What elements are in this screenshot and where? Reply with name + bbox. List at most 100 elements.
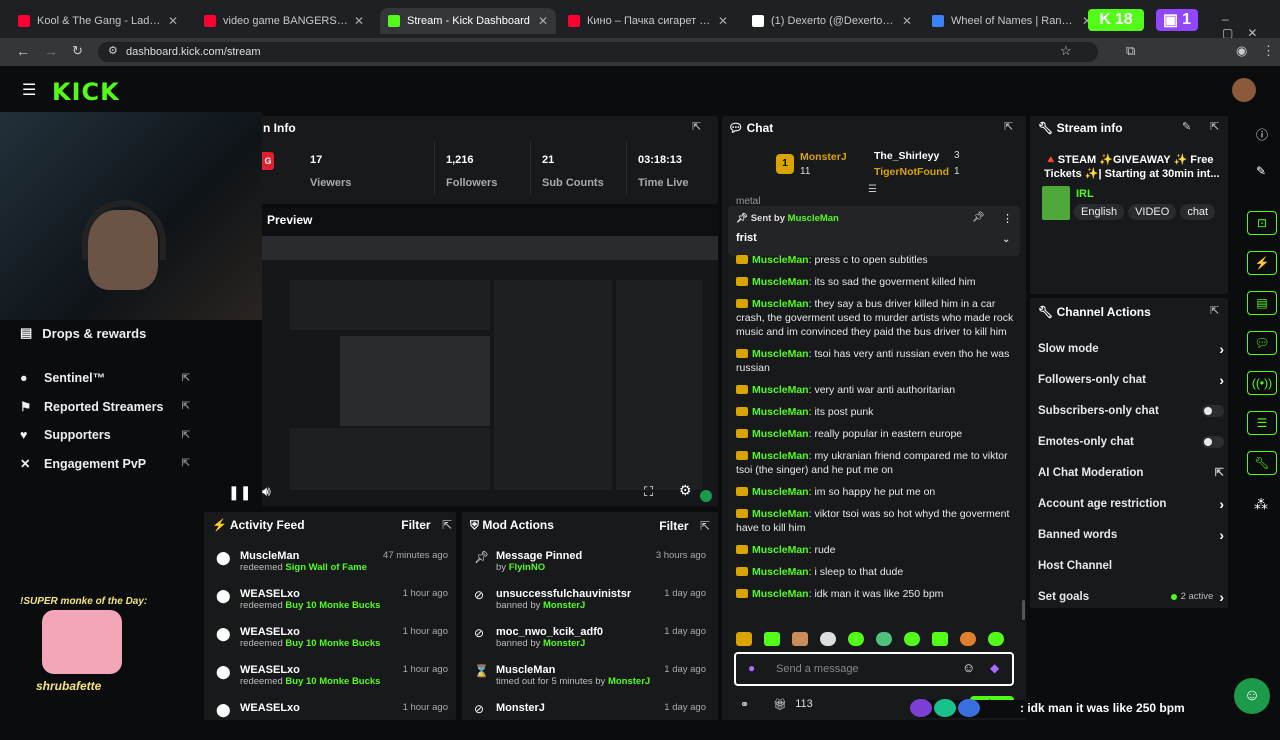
- tab-close-icon[interactable]: ✕: [162, 14, 178, 28]
- edit-icon[interactable]: ✎: [1256, 164, 1266, 178]
- mod-action-item[interactable]: ⊘ MonsterJ 1 day ago: [474, 702, 706, 732]
- emoji-icon[interactable]: ☺: [962, 660, 975, 675]
- mod-action-target[interactable]: MonsterJ: [496, 702, 545, 714]
- browser-tab[interactable]: Wheel of Names | Random nam✕: [924, 8, 1100, 34]
- chevron-right-icon[interactable]: ›: [1219, 341, 1224, 357]
- emote-icon[interactable]: [792, 632, 808, 646]
- chevron-right-icon[interactable]: ›: [1219, 372, 1224, 388]
- rail-chat-icon[interactable]: 💬︎: [1247, 331, 1277, 355]
- channel-action-host-channel[interactable]: Host Channel: [1038, 550, 1224, 581]
- mod-action-target[interactable]: moc_nwo_kcik_adf0: [496, 626, 603, 638]
- mod-action-item[interactable]: ⊘ moc_nwo_kcik_adf0 banned by MonsterJ 1 da…: [474, 626, 706, 656]
- tab-close-icon[interactable]: ✕: [348, 14, 364, 28]
- activity-item[interactable]: ⬤ MuscleMan redeemed Sign Wall of Fame 47 m…: [216, 550, 448, 580]
- chat-message[interactable]: MuscleMan: idk man it was like 250 bpm: [736, 587, 1020, 601]
- chat-username[interactable]: MuscleMan: [752, 298, 809, 310]
- volume-icon[interactable]: 🔊︎: [262, 483, 271, 500]
- channel-action-banned-words[interactable]: Banned words ›: [1038, 519, 1224, 550]
- popout-icon[interactable]: ⇱: [692, 120, 701, 133]
- chat-username[interactable]: MuscleMan: [752, 544, 809, 556]
- more-options-icon[interactable]: ⋮: [1002, 212, 1013, 225]
- unpin-icon[interactable]: 📌︎: [972, 212, 985, 223]
- site-info-icon[interactable]: ⚙: [108, 44, 118, 57]
- tab-close-icon[interactable]: ✕: [896, 14, 912, 28]
- browser-tab[interactable]: (1) Dexerto (@Dexerto) / X ✕: [744, 8, 920, 34]
- activity-item[interactable]: ⬤ WEASELxo redeemed Buy 10 Monke Bucks 1 ho…: [216, 588, 448, 618]
- drops-rewards-nav[interactable]: ▤ Drops & rewards: [20, 325, 146, 341]
- tab-close-icon[interactable]: ✕: [532, 14, 548, 28]
- external-link-icon[interactable]: ⇱: [1215, 466, 1224, 479]
- forward-button-icon[interactable]: →: [44, 43, 58, 59]
- stream-tag[interactable]: VIDEO: [1128, 204, 1177, 220]
- stream-tag[interactable]: English: [1074, 204, 1125, 220]
- sidebar-item-reported-streamers[interactable]: ⚑ Reported Streamers ⇱: [20, 393, 190, 422]
- chat-message[interactable]: MuscleMan: press c to open subtitles: [736, 253, 1020, 267]
- back-button-icon[interactable]: ←: [16, 43, 30, 59]
- activity-user[interactable]: WEASELxo: [240, 588, 380, 600]
- address-bar[interactable]: dashboard.kick.com/stream: [98, 42, 1098, 62]
- channel-action-followers-only-chat[interactable]: Followers-only chat ›: [1038, 364, 1224, 395]
- chat-message[interactable]: MuscleMan: im so happy he put me on: [736, 485, 1020, 499]
- kick-extension-icon[interactable]: K 18: [1088, 9, 1144, 31]
- popout-icon[interactable]: ⇱: [1210, 120, 1219, 133]
- chat-message[interactable]: MuscleMan: they say a bus driver killed …: [736, 297, 1020, 339]
- hamburger-menu-icon[interactable]: ☰: [22, 80, 36, 100]
- rail-wrench-icon[interactable]: 🔧︎: [1247, 451, 1277, 475]
- chat-username[interactable]: MuscleMan: [752, 508, 809, 520]
- rail-document-icon[interactable]: ▤: [1247, 291, 1277, 315]
- rail-bolt-icon[interactable]: ⚡: [1247, 251, 1277, 275]
- channel-action-set-goals[interactable]: Set goals 2 active ›: [1038, 581, 1224, 612]
- browser-tab[interactable]: Stream - Kick Dashboard ✕: [380, 8, 556, 34]
- chat-username[interactable]: MuscleMan: [752, 450, 809, 462]
- extensions-icon[interactable]: ⧉: [1126, 43, 1135, 59]
- activity-user[interactable]: WEASELxo: [240, 702, 300, 714]
- popout-icon[interactable]: ⇱: [1004, 120, 1013, 133]
- chat-message[interactable]: MuscleMan: its so sad the goverment kill…: [736, 275, 1020, 289]
- browser-menu-icon[interactable]: ⋮: [1262, 43, 1275, 59]
- support-chat-icon[interactable]: ☺: [1234, 678, 1270, 714]
- rail-preview-icon[interactable]: ⊡: [1247, 211, 1277, 235]
- sidebar-item-engagement-pvp[interactable]: ✕ Engagement PvP ⇱: [20, 450, 190, 479]
- twitch-extension-icon[interactable]: ▣ 1: [1156, 9, 1198, 31]
- mod-filter-button[interactable]: Filter: [659, 519, 688, 533]
- fullscreen-icon[interactable]: ⛶: [644, 484, 653, 500]
- pinned-message[interactable]: 📌︎ Sent by MuscleMan frist 📌︎ ⋮ ⌄: [728, 206, 1020, 256]
- channel-action-slow-mode[interactable]: Slow mode ›: [1038, 333, 1224, 364]
- link-icon[interactable]: ⚭: [740, 698, 749, 711]
- mod-action-by[interactable]: MonsterJ: [543, 600, 585, 611]
- chat-message[interactable]: MuscleMan: tsoi has very anti russian ev…: [736, 347, 1020, 375]
- mod-action-by[interactable]: MonsterJ: [543, 638, 585, 649]
- mod-action-item[interactable]: 📌︎ Message Pinned by FlyinNO 3 hours ago: [474, 550, 706, 580]
- activity-user[interactable]: WEASELxo: [240, 664, 380, 676]
- activity-user[interactable]: WEASELxo: [240, 626, 380, 638]
- chevron-right-icon[interactable]: ›: [1219, 589, 1224, 605]
- activity-filter-button[interactable]: Filter: [401, 518, 430, 532]
- chevron-right-icon[interactable]: ›: [1219, 527, 1224, 543]
- browser-tab[interactable]: video game BANGERS pt. 3 ✕: [196, 8, 372, 34]
- emote-icon[interactable]: [848, 632, 864, 646]
- chat-message[interactable]: MuscleMan: rude: [736, 543, 1020, 557]
- emote-icon[interactable]: [820, 632, 836, 646]
- kick-logo[interactable]: KICK: [52, 78, 120, 106]
- leader-name[interactable]: MonsterJ: [800, 151, 847, 163]
- chat-message[interactable]: MuscleMan: viktor tsoi was so hot whyd t…: [736, 507, 1020, 535]
- activity-item[interactable]: ⬤ WEASELxo 1 hour ago: [216, 702, 448, 732]
- browser-tab[interactable]: Кино – Пачка сигарет (Kino – /✕: [560, 8, 736, 34]
- gift-icon[interactable]: 🎁︎: [773, 698, 787, 711]
- channel-action-emotes-only-chat[interactable]: Emotes-only chat: [1038, 426, 1224, 457]
- chat-message[interactable]: MuscleMan: my ukranian friend compared m…: [736, 449, 1020, 477]
- pause-icon[interactable]: ❚❚: [228, 484, 251, 501]
- browser-tab[interactable]: Kool & The Gang - Ladies Nigh✕: [10, 8, 186, 34]
- send-icon[interactable]: ◆: [990, 661, 999, 675]
- activity-item[interactable]: ⬤ WEASELxo redeemed Buy 10 Monke Bucks 1 ho…: [216, 626, 448, 656]
- chat-username[interactable]: MuscleMan: [752, 276, 809, 288]
- toggle-switch[interactable]: [1202, 435, 1224, 448]
- emote-icon[interactable]: [904, 632, 920, 646]
- stream-tag[interactable]: chat: [1180, 204, 1216, 220]
- chat-input[interactable]: ● Send a message ☺ ◆: [734, 652, 1014, 686]
- emote-icon[interactable]: [764, 632, 780, 646]
- mod-action-target[interactable]: Message Pinned: [496, 550, 582, 562]
- activity-item[interactable]: ⬤ WEASELxo redeemed Buy 10 Monke Bucks 1 ho…: [216, 664, 448, 694]
- toggle-switch[interactable]: [1202, 404, 1224, 417]
- emote-icon[interactable]: [932, 632, 948, 646]
